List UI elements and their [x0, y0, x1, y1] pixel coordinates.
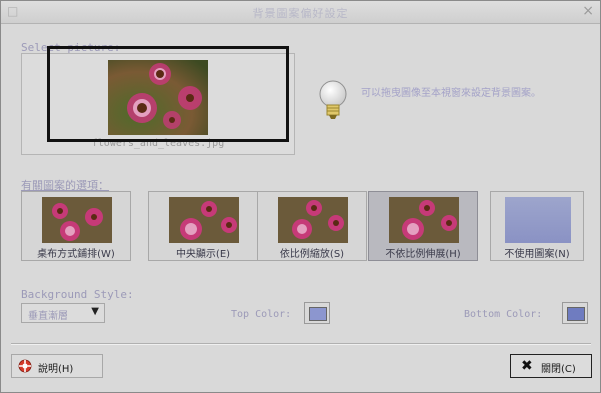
centered-thumbnail	[169, 197, 239, 243]
highlight-frame	[47, 46, 289, 142]
option-no-picture-label: 不使用圖案(N)	[504, 249, 570, 260]
title-bar[interactable]: □ 背景圖案偏好設定 ×	[1, 1, 600, 24]
scaled-thumbnail	[278, 197, 348, 243]
tiled-thumbnail	[42, 197, 112, 243]
background-style-select[interactable]: 垂直漸層 ▼	[21, 303, 105, 323]
option-stretched-label: 不依比例伸展(H)	[385, 249, 461, 260]
option-centered-label: 中央顯示(E)	[175, 249, 231, 260]
option-tiled-label: 桌布方式鋪排(W)	[37, 249, 115, 260]
top-color-button[interactable]	[304, 302, 330, 324]
bottom-color-label: Bottom Color:	[464, 309, 543, 320]
bottom-color-button[interactable]	[562, 302, 588, 324]
window-title: 背景圖案偏好設定	[252, 7, 349, 20]
button-separator	[11, 343, 591, 345]
picture-options: 桌布方式鋪排(W) 中央顯示(E) 依比例縮放(S) 不依比例伸展(H) 不使用…	[21, 191, 591, 269]
bottom-color-swatch	[567, 307, 585, 321]
top-color-label: Top Color:	[231, 309, 292, 320]
drag-hint-text: 可以拖曳圖像至本視窗來設定背景圖案。	[361, 88, 541, 99]
option-scaled-button[interactable]: 依比例縮放(S)	[257, 191, 367, 261]
background-style-value: 垂直漸層	[28, 311, 68, 322]
option-tiled-button[interactable]: 桌布方式鋪排(W)	[21, 191, 131, 261]
top-color-swatch	[309, 307, 327, 321]
window-close-icon[interactable]: ×	[582, 3, 594, 19]
option-stretched-button[interactable]: 不依比例伸展(H)	[368, 191, 478, 261]
close-icon: ✖	[521, 358, 533, 374]
option-centered-button[interactable]: 中央顯示(E)	[148, 191, 258, 261]
background-preferences-window: □ 背景圖案偏好設定 × Select picture: flowers_and…	[0, 0, 601, 393]
lightbulb-icon	[319, 80, 347, 119]
option-scaled-label: 依比例縮放(S)	[279, 249, 345, 260]
chevron-down-icon: ▼	[91, 306, 99, 317]
help-button[interactable]: 說明(H)	[11, 354, 103, 378]
close-button-label: 關閉(C)	[541, 364, 576, 375]
background-style-label: Background Style:	[21, 288, 134, 301]
lifebuoy-icon	[18, 359, 32, 373]
option-no-picture-button[interactable]: 不使用圖案(N)	[490, 191, 584, 261]
solid-color-thumbnail	[505, 197, 571, 243]
stretched-thumbnail	[389, 197, 459, 243]
help-button-label: 說明(H)	[38, 364, 74, 375]
close-button[interactable]: ✖ 關閉(C)	[510, 354, 592, 378]
